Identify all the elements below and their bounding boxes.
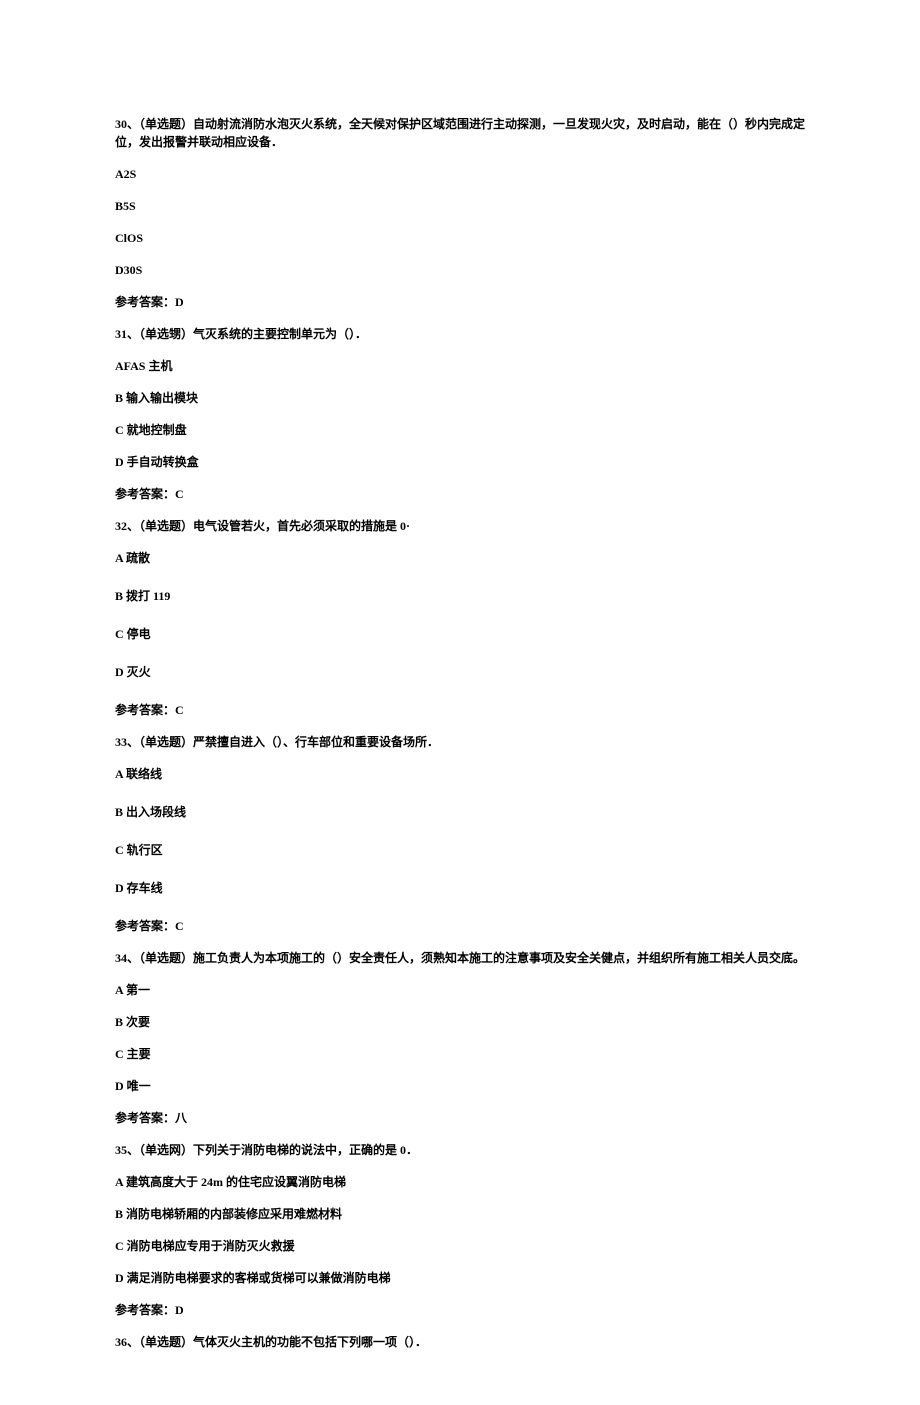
- q30-ans: 参考答案：D: [115, 293, 805, 311]
- q36-text: 36、（单选题）气体灭火主机的功能不包括下列哪一项（）．: [115, 1333, 805, 1351]
- q33-C: C 轨行区: [115, 841, 805, 859]
- q33-D: D 存车线: [115, 879, 805, 897]
- q30-C: ClOS: [115, 229, 805, 247]
- q30-A: A2S: [115, 165, 805, 183]
- q31-ans: 参考答案：C: [115, 485, 805, 503]
- q30-D: D30S: [115, 261, 805, 279]
- q34-ans: 参考答案：八: [115, 1109, 805, 1127]
- q33-text: 33、（单选题）严禁擅自进入（）、行车部位和重要设备场所．: [115, 733, 805, 751]
- q35-ans: 参考答案：D: [115, 1301, 805, 1319]
- q32-ans: 参考答案：C: [115, 701, 805, 719]
- q32-text: 32、（单选题）电气设管若火，首先必须采取的措施是 0·: [115, 517, 805, 535]
- q33-ans: 参考答案：C: [115, 917, 805, 935]
- q31-B: B 输入输出模块: [115, 389, 805, 407]
- q32-A: A 疏散: [115, 549, 805, 567]
- q31-A: AFAS 主机: [115, 357, 805, 375]
- q35-C: C 消防电梯应专用于消防灭火救援: [115, 1237, 805, 1255]
- q34-D: D 唯一: [115, 1077, 805, 1095]
- q31-D: D 手自动转换盒: [115, 453, 805, 471]
- q33-A: A 联络线: [115, 765, 805, 783]
- q34-B: B 次要: [115, 1013, 805, 1031]
- q34-C: C 主要: [115, 1045, 805, 1063]
- q33-B: B 出入场段线: [115, 803, 805, 821]
- q35-A: A 建筑高度大于 24m 的住宅应设翼消防电梯: [115, 1173, 805, 1191]
- q30-B: B5S: [115, 197, 805, 215]
- q32-B: B 拨打 119: [115, 587, 805, 605]
- q31-C: C 就地控制盘: [115, 421, 805, 439]
- q35-D: D 满足消防电梯要求的客梯或货梯可以兼做消防电梯: [115, 1269, 805, 1287]
- q32-D: D 灭火: [115, 663, 805, 681]
- q31-text: 31、（单选甥）气灭系统的主要控制单元为（）．: [115, 325, 805, 343]
- q34-A: A 第一: [115, 981, 805, 999]
- q35-text: 35、（单选网）下列关于消防电梯的说法中，正确的是 0．: [115, 1141, 805, 1159]
- q32-C: C 停电: [115, 625, 805, 643]
- q30-text: 30、（单选题）自动射流消防水泡灭火系统，全天候对保护区域范围进行主动探测，一旦…: [115, 115, 805, 151]
- q35-B: B 消防电梯轿厢的内部装修应采用难燃材料: [115, 1205, 805, 1223]
- q34-text: 34、（单选题）施工负责人为本项施工的（）安全责任人，须熟知本施工的注意事项及安…: [115, 949, 805, 967]
